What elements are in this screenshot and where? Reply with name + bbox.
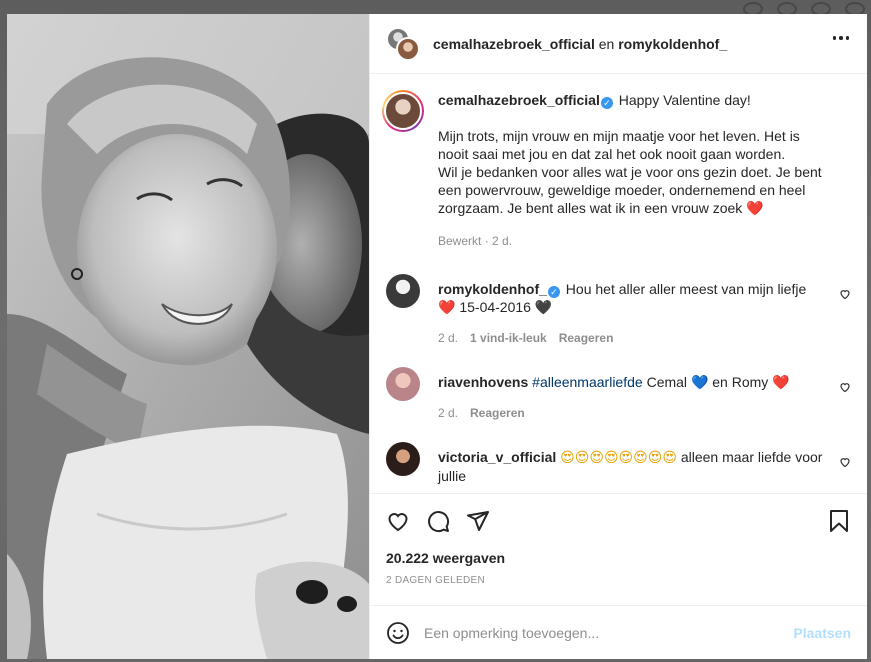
post-date[interactable]: 2 DAGEN GELEDEN [370,569,867,593]
comment-like-heart-icon[interactable] [839,288,851,300]
comment-username[interactable]: victoria_v_official [438,449,556,465]
header-username-2[interactable]: romykoldenhof_ [618,36,727,52]
verified-badge-icon: ✓ [547,286,560,298]
verified-badge-icon: ✓ [600,97,613,109]
more-horizontal-icon[interactable] [832,36,849,40]
red-heart-emoji: ❤️ [438,300,456,316]
reply-button[interactable]: Reageren [470,404,525,422]
comments-list[interactable]: cemalhazebroek_official ✓ Happy Valentine… [370,74,867,493]
collab-usernames: cemalhazebroek_official en romykoldenhof… [433,36,727,52]
comment-item: romykoldenhof_ ✓ Hou het aller aller mees… [386,274,851,347]
reply-button[interactable]: Reageren [559,329,614,347]
caption-meta-line: Bewerkt · 2 d. [438,234,513,248]
avatar [396,36,420,61]
comment-like-heart-icon[interactable] [839,456,851,468]
comment-time: 2 d. [438,406,459,420]
header-separator: en [598,35,615,52]
comment-item: riavenhovens #alleenmaarliefde Cemal 💙 e… [386,367,851,422]
add-comment-bar: Plaatsen [370,605,867,659]
comment-input[interactable] [424,624,794,641]
post-header: cemalhazebroek_official en romykoldenhof… [370,14,867,74]
caption-paragraph-2: Wil je bedanken voor alles wat je voor o… [438,163,827,218]
comment-like-heart-icon[interactable] [839,381,851,393]
comment-item: victoria_v_official 😍😍😍😍😍😍😍😍 alleen maar… [386,442,851,485]
comment-text-2: 15-04-2016 [459,299,531,315]
caption-meta: Bewerkt · 2 d. [438,232,827,250]
comment-meta: 2 d. Reageren [438,404,827,422]
heart-icon[interactable] [386,509,410,533]
blue-heart-emoji: 💙 [690,375,709,391]
avatar[interactable] [386,274,420,308]
caption-paragraph-2-text: Wil je bedanken voor alles wat je voor o… [438,164,822,216]
hashtag-link[interactable]: #alleenmaarliefde [532,374,643,390]
paper-plane-icon[interactable] [466,509,490,533]
post-actions [370,493,867,547]
avatar[interactable] [382,90,424,132]
post-modal: cemalhazebroek_official en romykoldenhof… [7,14,867,659]
comment-text: Hou het aller aller meest van mijn liefj… [565,281,807,297]
comment-text: Cemal [646,374,688,390]
comment-time: 2 d. [438,331,459,345]
collab-avatars[interactable] [386,26,420,61]
comment-username[interactable]: riavenhovens [438,374,528,390]
heart-eyes-emojis: 😍😍😍😍😍😍😍😍 [560,450,677,466]
caption-paragraph-1: Mijn trots, mijn vrouw en mijn maatje vo… [438,128,800,162]
red-heart-emoji: ❤️ [746,201,764,217]
avatar[interactable] [386,367,420,401]
red-heart-emoji: ❤️ [772,375,790,391]
avatar[interactable] [386,442,420,476]
header-username-1[interactable]: cemalhazebroek_official [433,36,595,52]
caption-username[interactable]: cemalhazebroek_official [438,92,600,108]
comment-username[interactable]: romykoldenhof_ [438,281,547,297]
bookmark-icon[interactable] [827,509,851,533]
post-side-panel: cemalhazebroek_official en romykoldenhof… [369,14,867,659]
black-heart-emoji: 🖤 [534,300,553,316]
post-caption: cemalhazebroek_official ✓ Happy Valentine… [382,90,851,250]
post-photo[interactable] [7,14,369,659]
comment-likes[interactable]: 1 vind-ik-leuk [470,329,547,347]
comment-icon[interactable] [426,509,450,533]
view-count[interactable]: 20.222 weergaven [370,547,867,569]
caption-time: 2 d. [492,234,513,248]
edited-label: Bewerkt [438,234,482,248]
caption-first-line: Happy Valentine day! [618,92,751,108]
comment-meta: 2 d. 1 vind-ik-leuk Reageren [438,329,827,347]
comment-text-2: en Romy [712,374,769,390]
post-comment-button[interactable]: Plaatsen [793,625,851,641]
smiley-icon[interactable] [386,621,410,645]
